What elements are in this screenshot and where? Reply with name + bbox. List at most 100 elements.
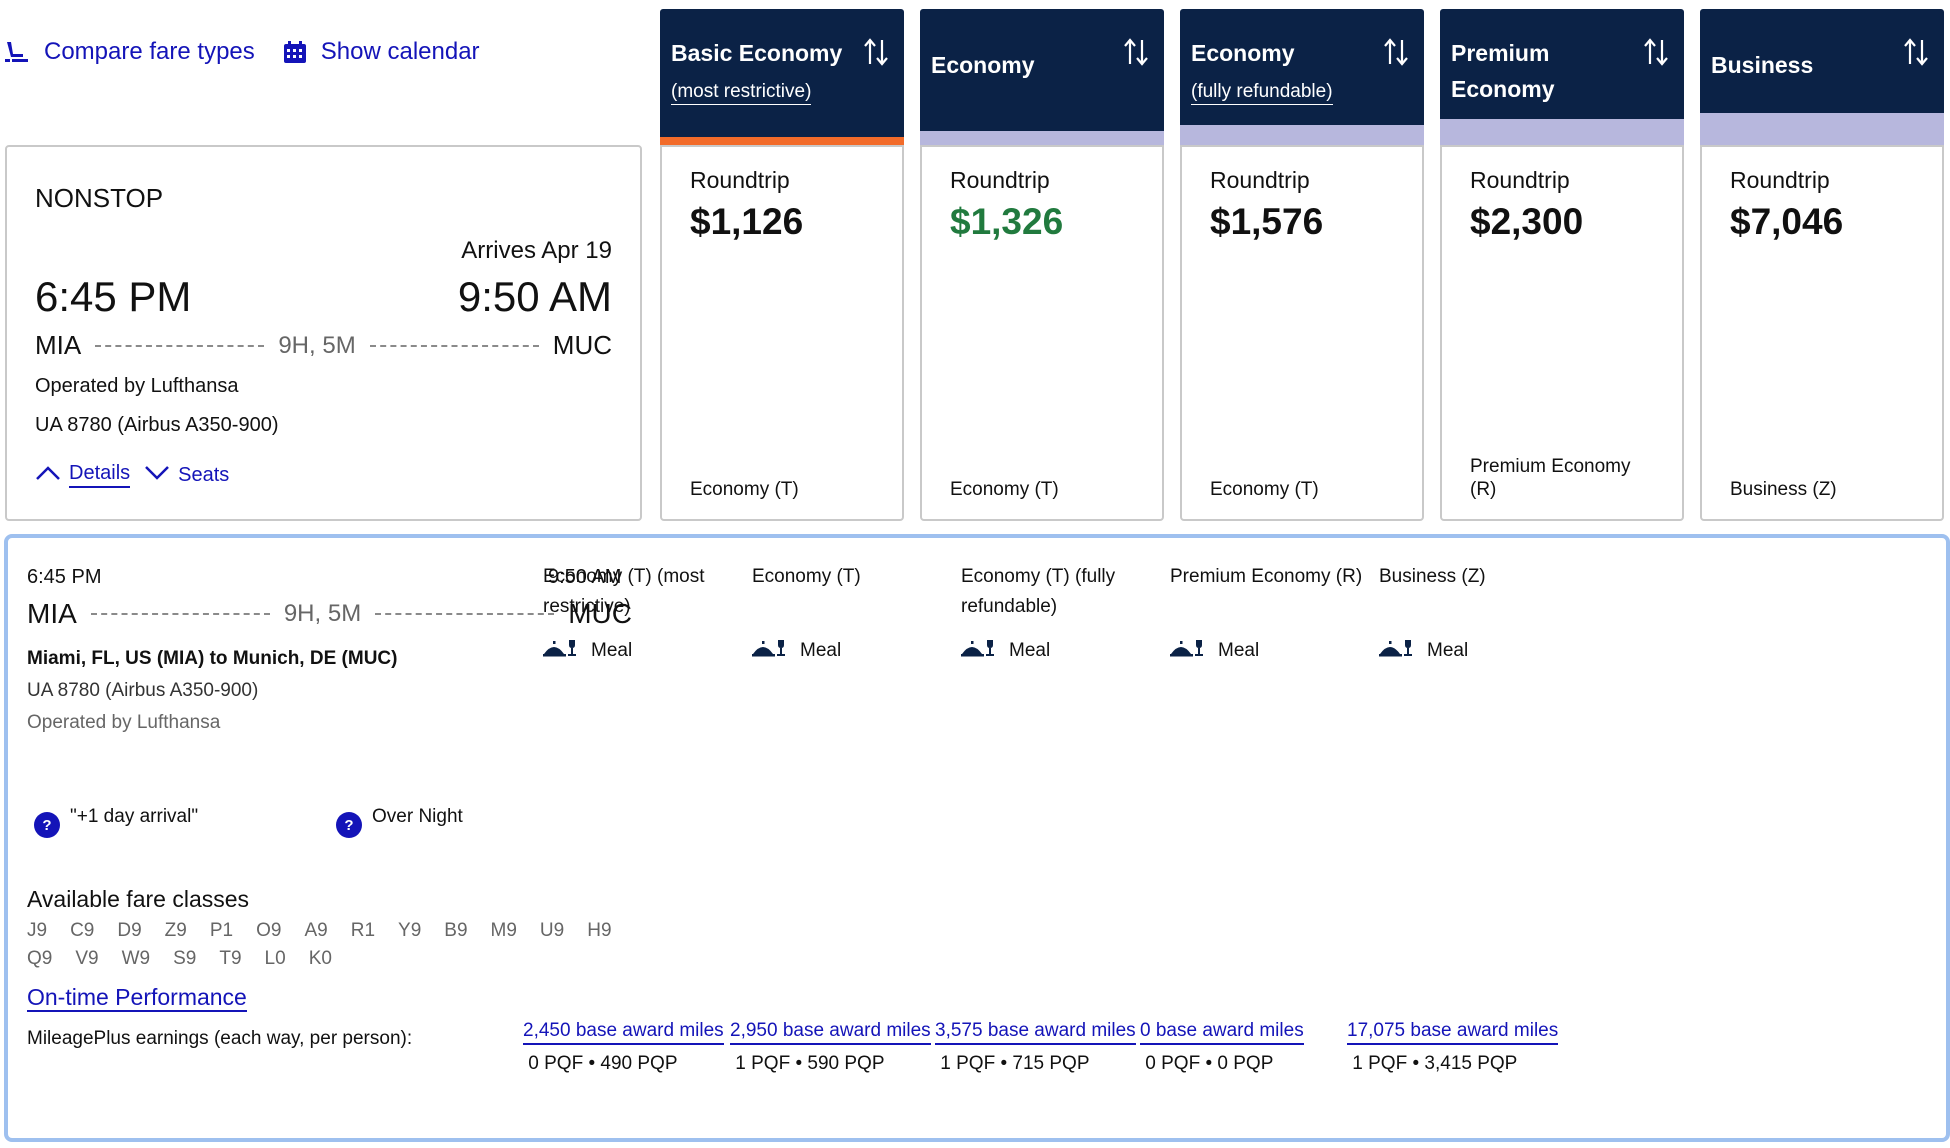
arrival-date: Arrives Apr 19: [461, 237, 612, 264]
route-dash-right: [375, 613, 555, 615]
show-calendar-button[interactable]: Show calendar: [283, 38, 480, 66]
fare-title: Economy (fully refundable): [1191, 35, 1333, 107]
detail-route-line: MIA 9H, 5M MUC: [27, 598, 632, 630]
fare-header-economy[interactable]: Economy: [920, 9, 1164, 145]
question-icon[interactable]: ?: [336, 812, 362, 838]
fare-option-basic-economy[interactable]: Roundtrip $1,126 Economy (T): [660, 145, 904, 521]
fare-cabin: Business (Z): [1730, 479, 1837, 500]
pqp-value: 0 PQP: [1217, 1053, 1274, 1074]
show-calendar-label: Show calendar: [320, 38, 480, 65]
fare-option-premium-economy[interactable]: Roundtrip $2,300 Premium Economy (R): [1440, 145, 1684, 521]
fare-class-code: T9: [219, 948, 242, 969]
fare-option-economy[interactable]: Roundtrip $1,326 Economy (T): [920, 145, 1164, 521]
fare-class-code: U9: [539, 920, 565, 941]
fare-title-text: Basic Economy: [671, 40, 843, 66]
fare-cabin: Premium Economy (R): [1470, 456, 1631, 500]
flight-duration: 9H, 5M: [278, 331, 356, 359]
fare-price: $1,126: [690, 201, 804, 242]
award-miles-link[interactable]: 0 base award miles: [1140, 1020, 1304, 1045]
fare-option-economy-refundable[interactable]: Roundtrip $1,576 Economy (T): [1180, 145, 1424, 521]
sort-icon[interactable]: [1642, 37, 1670, 72]
flight-number: UA 8780 (Airbus A350-900): [35, 414, 279, 436]
meal-label: Meal: [1427, 640, 1469, 661]
destination-code: MUC: [552, 330, 612, 360]
fare-header-basic-economy[interactable]: Basic Economy (most restrictive): [660, 9, 904, 145]
operated-by: Operated by Lufthansa: [35, 375, 239, 397]
arrival-note[interactable]: ? "+1 day arrival": [34, 806, 198, 838]
fare-class-code: C9: [70, 920, 95, 941]
meal-row: Meal: [961, 638, 1191, 664]
fare-strip: [1700, 113, 1944, 145]
fare-class-code: L0: [264, 948, 286, 969]
fare-classes-list: J9 C9 D9 Z9 P1 O9 A9 R1 Y9 B9 M9 U9 H9 Q9 V9 W9 S9 T9 L0 K0: [27, 920, 617, 970]
pqf-value: 1 PQF: [940, 1053, 996, 1074]
fare-class-code: D9: [117, 920, 142, 941]
fare-price: $1,576: [1210, 201, 1324, 242]
fare-header-business[interactable]: Business: [1700, 9, 1944, 145]
fare-title: Basic Economy (most restrictive): [671, 35, 842, 107]
pqp-value: 590 PQP: [807, 1053, 885, 1074]
fare-subtitle: (fully refundable): [1191, 80, 1333, 105]
meal-icon: [1379, 638, 1413, 664]
fare-header-premium-economy[interactable]: Premium Economy: [1440, 9, 1684, 145]
pqf-value: 0 PQF: [528, 1053, 584, 1074]
fare-price: $2,300: [1470, 201, 1584, 242]
fare-class-code: Y9: [398, 920, 422, 941]
miles-earnings: 3,575 base award miles 1 PQF • 715 PQP: [935, 1020, 1136, 1075]
route-dash-left: [90, 613, 270, 615]
fare-toolbar: Compare fare types Show calendar: [4, 38, 480, 66]
award-miles-link[interactable]: 3,575 base award miles: [935, 1020, 1136, 1045]
details-toggle[interactable]: Details: [35, 462, 131, 488]
route-line: MIA 9H, 5M MUC: [35, 330, 612, 361]
pqf-value: 1 PQF: [735, 1053, 791, 1074]
calendar-icon: [283, 40, 307, 64]
trip-type-label: Roundtrip: [1470, 167, 1570, 193]
departure-time: 6:45 PM: [35, 273, 192, 320]
detail-fare-column: Business (Z) Meal: [1379, 562, 1609, 664]
compare-fare-types-button[interactable]: Compare fare types: [4, 38, 255, 66]
detail-fare-column: Economy (T) Meal: [752, 562, 982, 664]
meal-label: Meal: [591, 640, 633, 661]
fare-strip: [1440, 119, 1684, 145]
chevron-up-icon: [35, 464, 61, 487]
mileageplus-label: MileagePlus earnings (each way, per pers…: [27, 1028, 413, 1049]
detail-fare-name: Business (Z): [1379, 566, 1486, 587]
sort-icon[interactable]: [1902, 37, 1930, 72]
miles-earnings: 0 base award miles 0 PQF • 0 PQP: [1140, 1020, 1304, 1075]
fare-price: $7,046: [1730, 201, 1844, 242]
on-time-performance-link[interactable]: On-time Performance: [27, 984, 247, 1012]
miles-earnings: 2,950 base award miles 1 PQF • 590 PQP: [730, 1020, 931, 1075]
sort-icon[interactable]: [1382, 37, 1410, 72]
meal-icon: [543, 638, 577, 664]
question-icon[interactable]: ?: [34, 812, 60, 838]
seats-toggle[interactable]: Seats: [144, 464, 229, 487]
detail-fare-name: Premium Economy (R): [1170, 566, 1363, 587]
fare-classes-title: Available fare classes: [27, 886, 250, 912]
sort-icon[interactable]: [1122, 37, 1150, 72]
overnight-note-text: Over Night: [372, 806, 463, 827]
fare-class-code: O9: [256, 920, 282, 941]
sort-icon[interactable]: [862, 37, 890, 72]
meal-row: Meal: [543, 638, 773, 664]
fare-class-code: H9: [587, 920, 612, 941]
fare-price: $1,326: [950, 201, 1064, 242]
fare-cabin: Economy (T): [950, 479, 1059, 500]
detail-operated-by: Operated by Lufthansa: [27, 712, 221, 733]
chevron-down-icon: [144, 464, 170, 487]
detail-duration: 9H, 5M: [283, 600, 362, 627]
fare-class-code: Q9: [27, 948, 53, 969]
seats-label: Seats: [178, 463, 230, 486]
award-miles-link[interactable]: 17,075 base award miles: [1347, 1020, 1559, 1045]
meal-icon: [1170, 638, 1204, 664]
meal-icon: [961, 638, 995, 664]
overnight-note[interactable]: ? Over Night: [336, 806, 463, 838]
fare-header-economy-refundable[interactable]: Economy (fully refundable): [1180, 9, 1424, 145]
meal-label: Meal: [1218, 640, 1260, 661]
fare-option-business[interactable]: Roundtrip $7,046 Business (Z): [1700, 145, 1944, 521]
arrival-note-text: "+1 day arrival": [70, 806, 199, 827]
pqp-value: 490 PQP: [600, 1053, 678, 1074]
award-miles-link[interactable]: 2,950 base award miles: [730, 1020, 931, 1045]
detail-flight-number: UA 8780 (Airbus A350-900): [27, 680, 259, 701]
fare-class-code: B9: [444, 920, 468, 941]
award-miles-link[interactable]: 2,450 base award miles: [523, 1020, 724, 1045]
